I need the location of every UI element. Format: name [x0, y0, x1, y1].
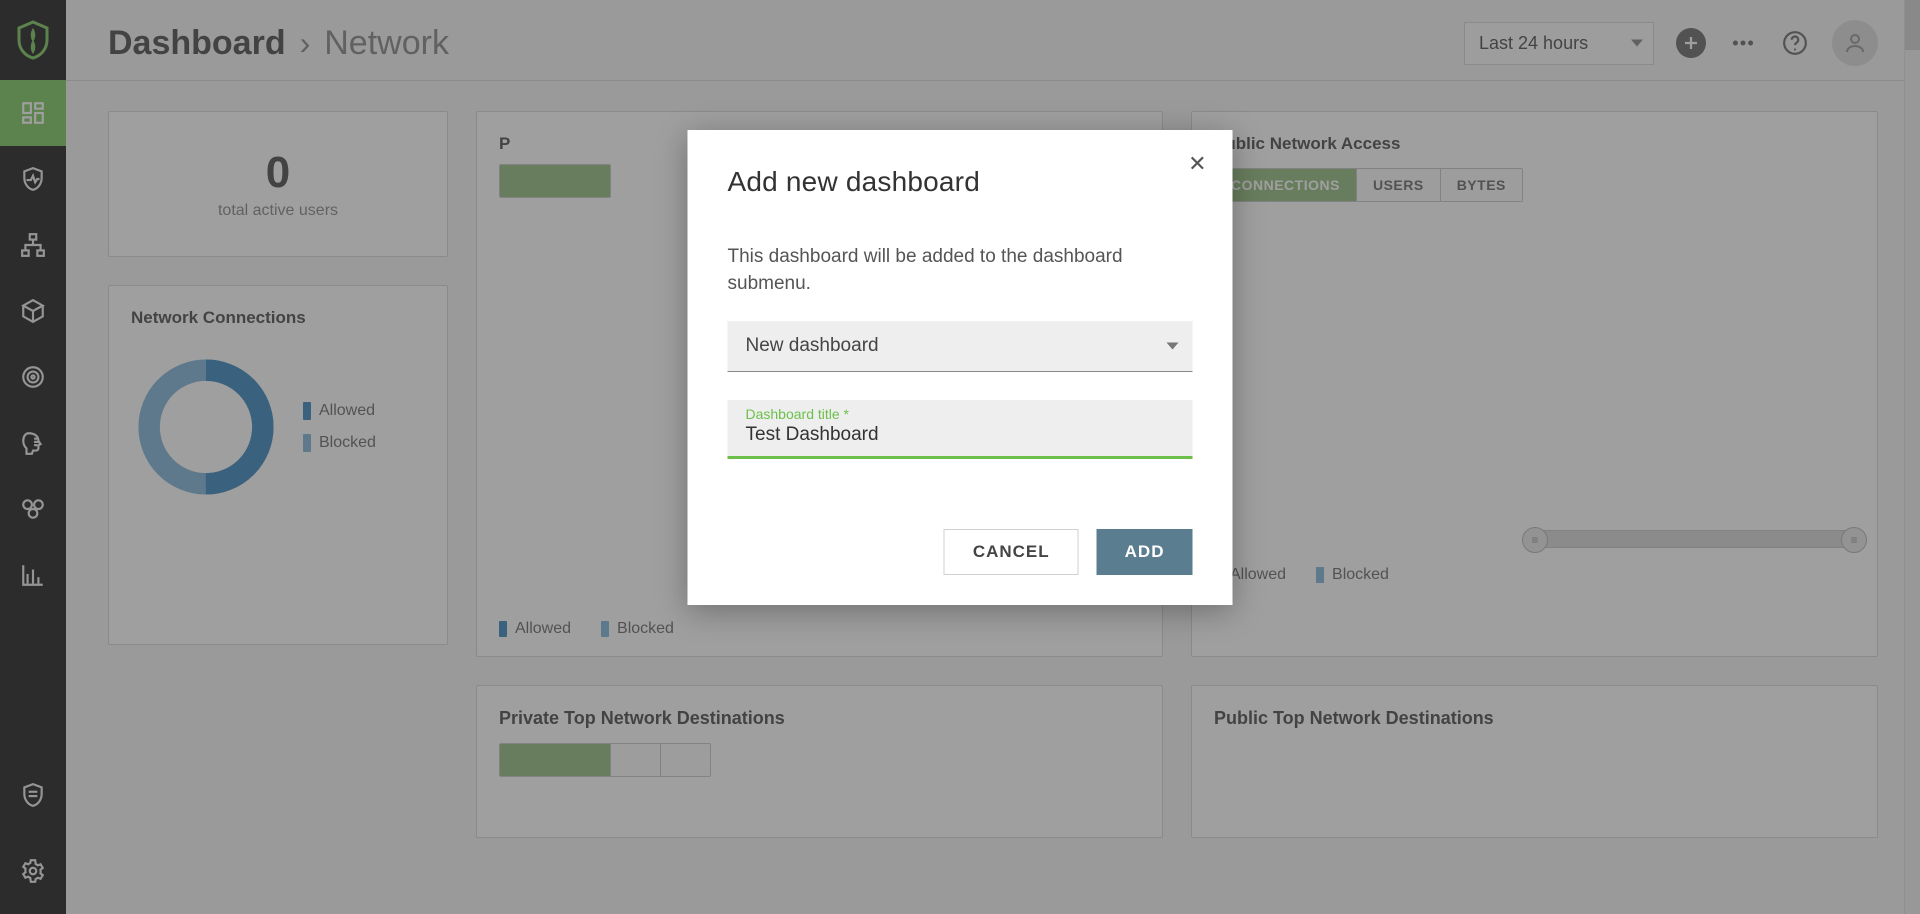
- close-button[interactable]: ✕: [1182, 150, 1212, 178]
- add-button[interactable]: ADD: [1097, 529, 1193, 575]
- dashboard-title-label: Dashboard title *: [746, 406, 1175, 422]
- select-value: New dashboard: [746, 335, 879, 356]
- cancel-button[interactable]: CANCEL: [944, 529, 1079, 575]
- close-icon: ✕: [1188, 151, 1206, 176]
- add-dashboard-dialog: ✕ Add new dashboard This dashboard will …: [688, 130, 1233, 605]
- dialog-title: Add new dashboard: [728, 166, 1193, 198]
- dialog-actions: CANCEL ADD: [728, 529, 1193, 575]
- dashboard-type-select[interactable]: New dashboard: [728, 321, 1193, 372]
- dashboard-title-field-wrap: Dashboard title *: [728, 400, 1193, 459]
- dashboard-title-input[interactable]: [746, 422, 1175, 450]
- dialog-description: This dashboard will be added to the dash…: [728, 244, 1193, 297]
- chevron-down-icon: [1167, 343, 1179, 350]
